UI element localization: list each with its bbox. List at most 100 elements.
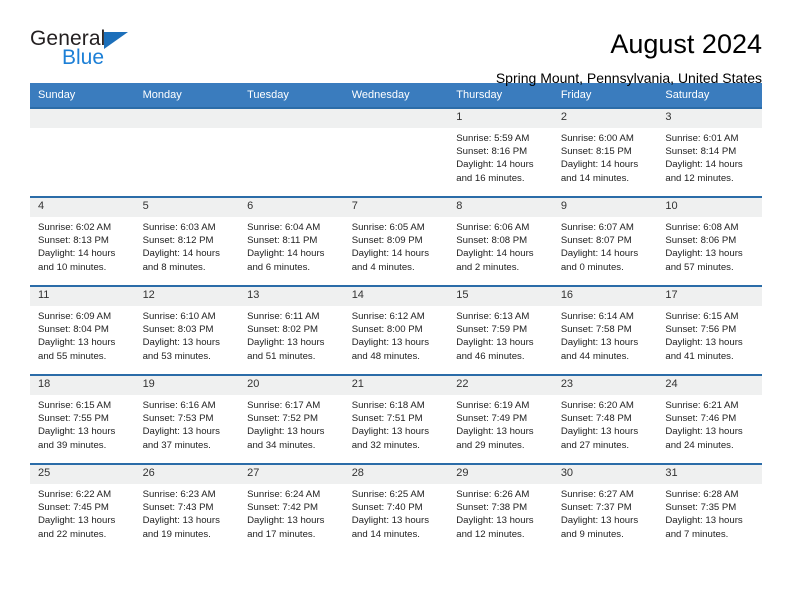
day-sun-info	[30, 128, 135, 132]
day-info-line: Daylight: 13 hours	[247, 426, 325, 438]
day-info-line: Sunrise: 6:09 AM	[38, 311, 112, 322]
day-number: 14	[343, 287, 449, 306]
calendar-day-cell[interactable]: 6 Sunrise: 6:04 AM Sunset: 8:11 PM Daylight…	[239, 197, 344, 286]
calendar-day-cell[interactable]: 2 Sunrise: 6:00 AM Sunset: 8:15 PM Daylight…	[552, 108, 658, 197]
day-info-line: Sunset: 8:13 PM	[38, 235, 109, 247]
calendar-day-cell[interactable]: 27 Sunrise: 6:24 AM Sunset: 7:42 PM Dayligh…	[239, 464, 344, 553]
day-info-line: Daylight: 13 hours	[142, 337, 220, 349]
day-sun-info	[239, 128, 344, 132]
day-info-line: Sunrise: 6:04 AM	[247, 222, 321, 233]
calendar-day-cell[interactable]: 22 Sunrise: 6:19 AM Sunset: 7:49 PM Dayligh…	[448, 375, 553, 464]
calendar-day-cell[interactable]: 24 Sunrise: 6:21 AM Sunset: 7:46 PM Dayligh…	[657, 375, 762, 464]
day-info-line: Sunset: 7:51 PM	[351, 413, 423, 425]
calendar-week-row: 1 Sunrise: 5:59 AM Sunset: 8:16 PM Daylight…	[30, 108, 762, 197]
day-number	[239, 109, 344, 128]
day-info-line: Daylight: 13 hours	[38, 337, 116, 349]
day-info-line: Daylight: 13 hours	[351, 515, 430, 527]
day-sun-info: Sunrise: 6:19 AM Sunset: 7:49 PM Daylight:…	[448, 395, 553, 452]
weekday-header-monday: Monday	[142, 89, 182, 101]
day-sun-info: Sunrise: 6:15 AM Sunset: 7:56 PM Daylight:…	[657, 306, 762, 363]
day-info-line: Sunrise: 6:10 AM	[142, 311, 216, 322]
calendar-day-cell[interactable]: 9 Sunrise: 6:07 AM Sunset: 8:07 PM Daylight…	[552, 197, 658, 286]
triangle-icon	[104, 32, 129, 49]
day-info-line: Daylight: 14 hours	[456, 159, 534, 171]
day-info-line: Daylight: 14 hours	[560, 159, 639, 171]
calendar-day-cell[interactable]: 25 Sunrise: 6:22 AM Sunset: 7:45 PM Dayligh…	[30, 464, 135, 553]
day-info-line: Sunset: 7:48 PM	[560, 413, 632, 425]
day-info-line: Sunset: 7:52 PM	[247, 413, 319, 425]
day-info-line: Sunset: 7:56 PM	[665, 324, 737, 336]
general-blue-logo[interactable]: General Blue	[30, 28, 190, 78]
day-info-line: and 8 minutes.	[142, 261, 206, 273]
day-info-line: Daylight: 13 hours	[247, 337, 325, 349]
calendar-day-cell[interactable]: 21 Sunrise: 6:18 AM Sunset: 7:51 PM Dayligh…	[343, 375, 449, 464]
day-info-line: Daylight: 13 hours	[247, 515, 325, 527]
day-sun-info: Sunrise: 6:26 AM Sunset: 7:38 PM Daylight:…	[448, 484, 553, 541]
day-number: 4	[30, 198, 135, 217]
day-number: 30	[552, 465, 658, 484]
weekday-header-row: Sunday Monday Tuesday Wednesday Thursday Frid…	[30, 83, 762, 108]
calendar-day-cell[interactable]: 7 Sunrise: 6:05 AM Sunset: 8:09 PM Daylight…	[343, 197, 449, 286]
calendar-day-cell[interactable]: 18 Sunrise: 6:15 AM Sunset: 7:55 PM Dayligh…	[30, 375, 135, 464]
calendar-day-cell[interactable]: 26 Sunrise: 6:23 AM Sunset: 7:43 PM Dayligh…	[134, 464, 240, 553]
calendar-day-cell[interactable]: 16 Sunrise: 6:14 AM Sunset: 7:58 PM Dayligh…	[552, 286, 658, 375]
day-info-line: Daylight: 13 hours	[351, 426, 430, 438]
calendar-page: General Blue August 2024 Spring Mount, P…	[0, 0, 792, 612]
calendar-day-cell[interactable]: 14 Sunrise: 6:12 AM Sunset: 8:00 PM Dayligh…	[343, 286, 449, 375]
day-info-line: Sunset: 7:38 PM	[456, 502, 528, 514]
day-number: 5	[134, 198, 240, 217]
day-info-line: and 29 minutes.	[456, 439, 525, 451]
day-info-line: and 0 minutes.	[560, 261, 624, 273]
calendar-day-cell[interactable]: 31 Sunrise: 6:28 AM Sunset: 7:35 PM Dayligh…	[657, 464, 762, 553]
day-info-line: and 55 minutes.	[38, 350, 107, 362]
day-info-line: Daylight: 13 hours	[456, 426, 534, 438]
day-info-line: Sunrise: 6:22 AM	[38, 489, 112, 500]
day-info-line: Sunrise: 6:25 AM	[351, 489, 425, 500]
day-sun-info: Sunrise: 6:28 AM Sunset: 7:35 PM Daylight:…	[657, 484, 762, 541]
day-info-line: Sunset: 7:46 PM	[665, 413, 737, 425]
day-number: 25	[30, 465, 135, 484]
day-info-line: Sunrise: 6:11 AM	[247, 311, 320, 322]
calendar-day-cell[interactable]: 19 Sunrise: 6:16 AM Sunset: 7:53 PM Dayligh…	[134, 375, 240, 464]
day-number	[134, 109, 240, 128]
day-info-line: Sunset: 7:42 PM	[247, 502, 319, 514]
calendar-day-cell[interactable]: 13 Sunrise: 6:11 AM Sunset: 8:02 PM Dayligh…	[239, 286, 344, 375]
day-info-line: Sunrise: 6:15 AM	[665, 311, 739, 322]
calendar-day-cell[interactable]: 20 Sunrise: 6:17 AM Sunset: 7:52 PM Dayligh…	[239, 375, 344, 464]
day-info-line: and 27 minutes.	[560, 439, 630, 451]
calendar-day-cell[interactable]: 8 Sunrise: 6:06 AM Sunset: 8:08 PM Daylight…	[448, 197, 553, 286]
day-info-line: Sunset: 8:04 PM	[38, 324, 109, 336]
day-info-line: Sunrise: 6:19 AM	[456, 400, 530, 411]
calendar-day-cell[interactable]: 11 Sunrise: 6:09 AM Sunset: 8:04 PM Dayligh…	[30, 286, 135, 375]
day-number: 15	[448, 287, 553, 306]
day-sun-info: Sunrise: 6:11 AM Sunset: 8:02 PM Daylight:…	[239, 306, 344, 363]
calendar-day-cell[interactable]: 1 Sunrise: 5:59 AM Sunset: 8:16 PM Daylight…	[448, 108, 553, 197]
day-number: 1	[448, 109, 553, 128]
calendar-day-cell[interactable]: 4 Sunrise: 6:02 AM Sunset: 8:13 PM Daylight…	[30, 197, 135, 286]
calendar-day-cell[interactable]: 15 Sunrise: 6:13 AM Sunset: 7:59 PM Dayligh…	[448, 286, 553, 375]
day-sun-info: Sunrise: 6:12 AM Sunset: 8:00 PM Daylight:…	[344, 306, 449, 363]
day-sun-info: Sunrise: 6:25 AM Sunset: 7:40 PM Daylight:…	[344, 484, 449, 541]
calendar-day-cell[interactable]: 3 Sunrise: 6:01 AM Sunset: 8:14 PM Daylight…	[657, 108, 762, 197]
day-info-line: Sunset: 7:45 PM	[38, 502, 109, 514]
calendar-day-cell[interactable]: 29 Sunrise: 6:26 AM Sunset: 7:38 PM Dayligh…	[448, 464, 553, 553]
day-sun-info: Sunrise: 6:23 AM Sunset: 7:43 PM Daylight:…	[135, 484, 240, 541]
calendar-day-cell[interactable]: 17 Sunrise: 6:15 AM Sunset: 7:56 PM Dayligh…	[657, 286, 762, 375]
day-info-line: Sunrise: 6:15 AM	[38, 400, 112, 411]
calendar-day-cell[interactable]: 30 Sunrise: 6:27 AM Sunset: 7:37 PM Dayligh…	[552, 464, 658, 553]
calendar-day-cell[interactable]: 28 Sunrise: 6:25 AM Sunset: 7:40 PM Dayligh…	[343, 464, 449, 553]
day-info-line: Sunrise: 6:16 AM	[142, 400, 216, 411]
day-info-line: Sunrise: 6:02 AM	[38, 222, 112, 233]
day-info-line: Sunset: 7:58 PM	[560, 324, 632, 336]
day-info-line: and 4 minutes.	[351, 261, 415, 273]
calendar-day-cell[interactable]: 23 Sunrise: 6:20 AM Sunset: 7:48 PM Dayligh…	[552, 375, 658, 464]
calendar-day-cell[interactable]: 12 Sunrise: 6:10 AM Sunset: 8:03 PM Dayligh…	[134, 286, 240, 375]
day-info-line: Sunrise: 6:05 AM	[351, 222, 425, 233]
day-info-line: Sunset: 8:11 PM	[247, 235, 318, 247]
day-number: 7	[343, 198, 449, 217]
day-number: 21	[343, 376, 449, 395]
day-info-line: Daylight: 13 hours	[351, 337, 430, 349]
calendar-day-cell[interactable]: 5 Sunrise: 6:03 AM Sunset: 8:12 PM Daylight…	[134, 197, 240, 286]
calendar-day-cell[interactable]: 10 Sunrise: 6:08 AM Sunset: 8:06 PM Dayligh…	[657, 197, 762, 286]
day-info-line: and 51 minutes.	[247, 350, 316, 362]
